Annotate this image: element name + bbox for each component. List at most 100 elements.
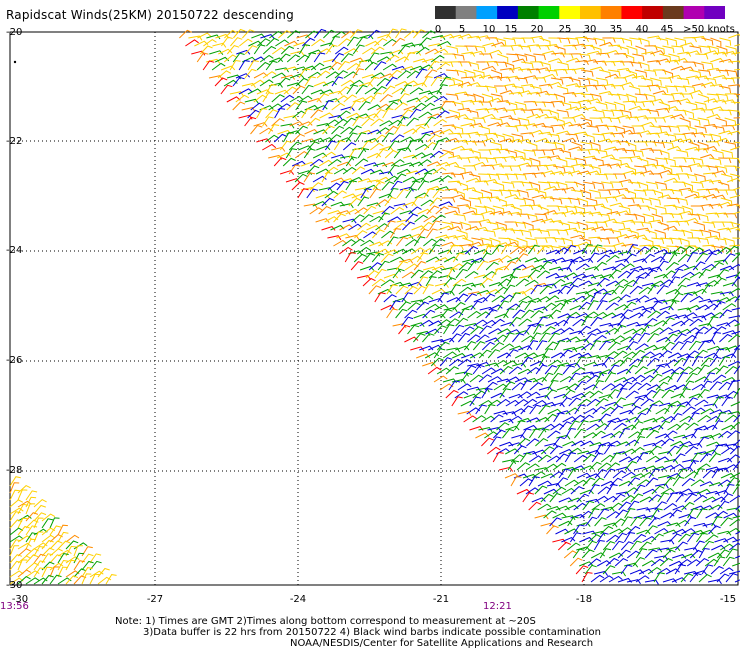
- wind-barb: [562, 416, 577, 423]
- wind-barb: [451, 125, 464, 134]
- wind-barb: [438, 201, 453, 207]
- wind-barb: [301, 108, 313, 119]
- wind-barb: [544, 389, 558, 399]
- wind-barb: [564, 427, 576, 439]
- wind-barb: [676, 149, 689, 158]
- wind-barb: [562, 137, 577, 143]
- wind-barb: [593, 570, 609, 576]
- wind-barb: [467, 61, 480, 70]
- wind-barb: [711, 544, 726, 551]
- wind-barb: [720, 543, 734, 551]
- wind-barb: [528, 455, 543, 463]
- wind-barb: [630, 245, 642, 255]
- wind-barb: [547, 379, 559, 391]
- wind-barb: [265, 60, 278, 71]
- wind-barb: [537, 229, 550, 237]
- legend-label-35: 35: [609, 24, 623, 35]
- wind-barb: [612, 221, 626, 229]
- wind-barb: [25, 554, 39, 564]
- wind-barb: [212, 42, 227, 48]
- wind-barb: [499, 418, 514, 424]
- wind-barb: [397, 93, 410, 103]
- wind-barb: [411, 196, 423, 207]
- wind-barb: [535, 340, 548, 351]
- wind-barb: [541, 73, 557, 79]
- wind-barb: [454, 139, 469, 145]
- wind-barb: [385, 125, 399, 135]
- wind-barb: [539, 285, 553, 295]
- wind-barb: [475, 133, 489, 141]
- wind-barb: [548, 58, 563, 63]
- wind-barb: [497, 53, 509, 63]
- wind-barb: [553, 436, 565, 447]
- wind-barb: [306, 188, 319, 199]
- wind-barb: [437, 274, 453, 280]
- wind-barb: [547, 430, 561, 439]
- wind-barb: [25, 490, 38, 501]
- wind-barb: [277, 77, 291, 87]
- wind-barb: [591, 452, 604, 463]
- wind-barb: [625, 390, 639, 399]
- wind-barb: [596, 52, 610, 59]
- legend-label-15: 15: [504, 24, 518, 35]
- wind-barb: [687, 460, 699, 471]
- wind-barb: [734, 323, 740, 327]
- wind-barb: [502, 428, 515, 439]
- wind-barb: [410, 43, 425, 49]
- wind-barb: [712, 125, 725, 133]
- wind-barb: [17, 542, 32, 550]
- wind-barb: [645, 205, 657, 215]
- wind-barb: [669, 189, 683, 197]
- wind-barb: [693, 468, 705, 479]
- wind-barb: [597, 508, 610, 519]
- wind-barb: [577, 375, 592, 383]
- wind-map: [9, 28, 740, 586]
- wind-barb: [672, 205, 685, 214]
- wind-barb: [271, 146, 286, 152]
- wind-barb: [724, 414, 738, 423]
- wind-barb: [532, 101, 546, 108]
- wind-barb: [369, 241, 384, 247]
- wind-barb: [733, 117, 740, 119]
- wind-barb: [575, 338, 590, 344]
- wind-barb: [734, 43, 740, 47]
- wind-barb: [713, 556, 726, 567]
- wind-barb: [606, 511, 621, 519]
- wind-barb: [718, 109, 732, 116]
- wind-barb: [549, 197, 563, 205]
- legend-swatch: [683, 6, 705, 19]
- wind-barb: [725, 573, 739, 583]
- wind-barb: [692, 61, 705, 70]
- wind-barb: [551, 328, 566, 335]
- wind-barb: [613, 377, 628, 383]
- wind-barb: [479, 53, 493, 59]
- wind-barb: [338, 38, 352, 47]
- wind-barb: [696, 237, 710, 245]
- wind-barb: [449, 284, 461, 295]
- wind-barb: [522, 492, 535, 503]
- wind-barb: [381, 132, 394, 143]
- wind-barb: [609, 502, 623, 511]
- wind-barb: [451, 101, 464, 110]
- wind-barb: [503, 308, 515, 319]
- wind-barb: [505, 125, 519, 132]
- wind-barb: [617, 45, 629, 55]
- wind-barb: [573, 181, 585, 191]
- wind-barb: [662, 549, 676, 559]
- wind-barb: [560, 300, 572, 311]
- wind-barb: [643, 389, 657, 399]
- wind-barb: [661, 93, 675, 101]
- wind-barb: [581, 69, 594, 77]
- wind-barb: [690, 428, 703, 439]
- wind-barb: [340, 79, 355, 87]
- wind-barb: [393, 203, 408, 209]
- wind-barb: [313, 81, 328, 87]
- wind-barb: [658, 149, 670, 159]
- wind-barb: [298, 44, 311, 55]
- wind-barb: [429, 197, 442, 207]
- wind-barb: [723, 483, 735, 495]
- wind-barb: [496, 148, 510, 154]
- wind-barb: [442, 124, 457, 130]
- legend-label-30: 30: [583, 24, 597, 35]
- lat-label-24: -24: [6, 245, 23, 256]
